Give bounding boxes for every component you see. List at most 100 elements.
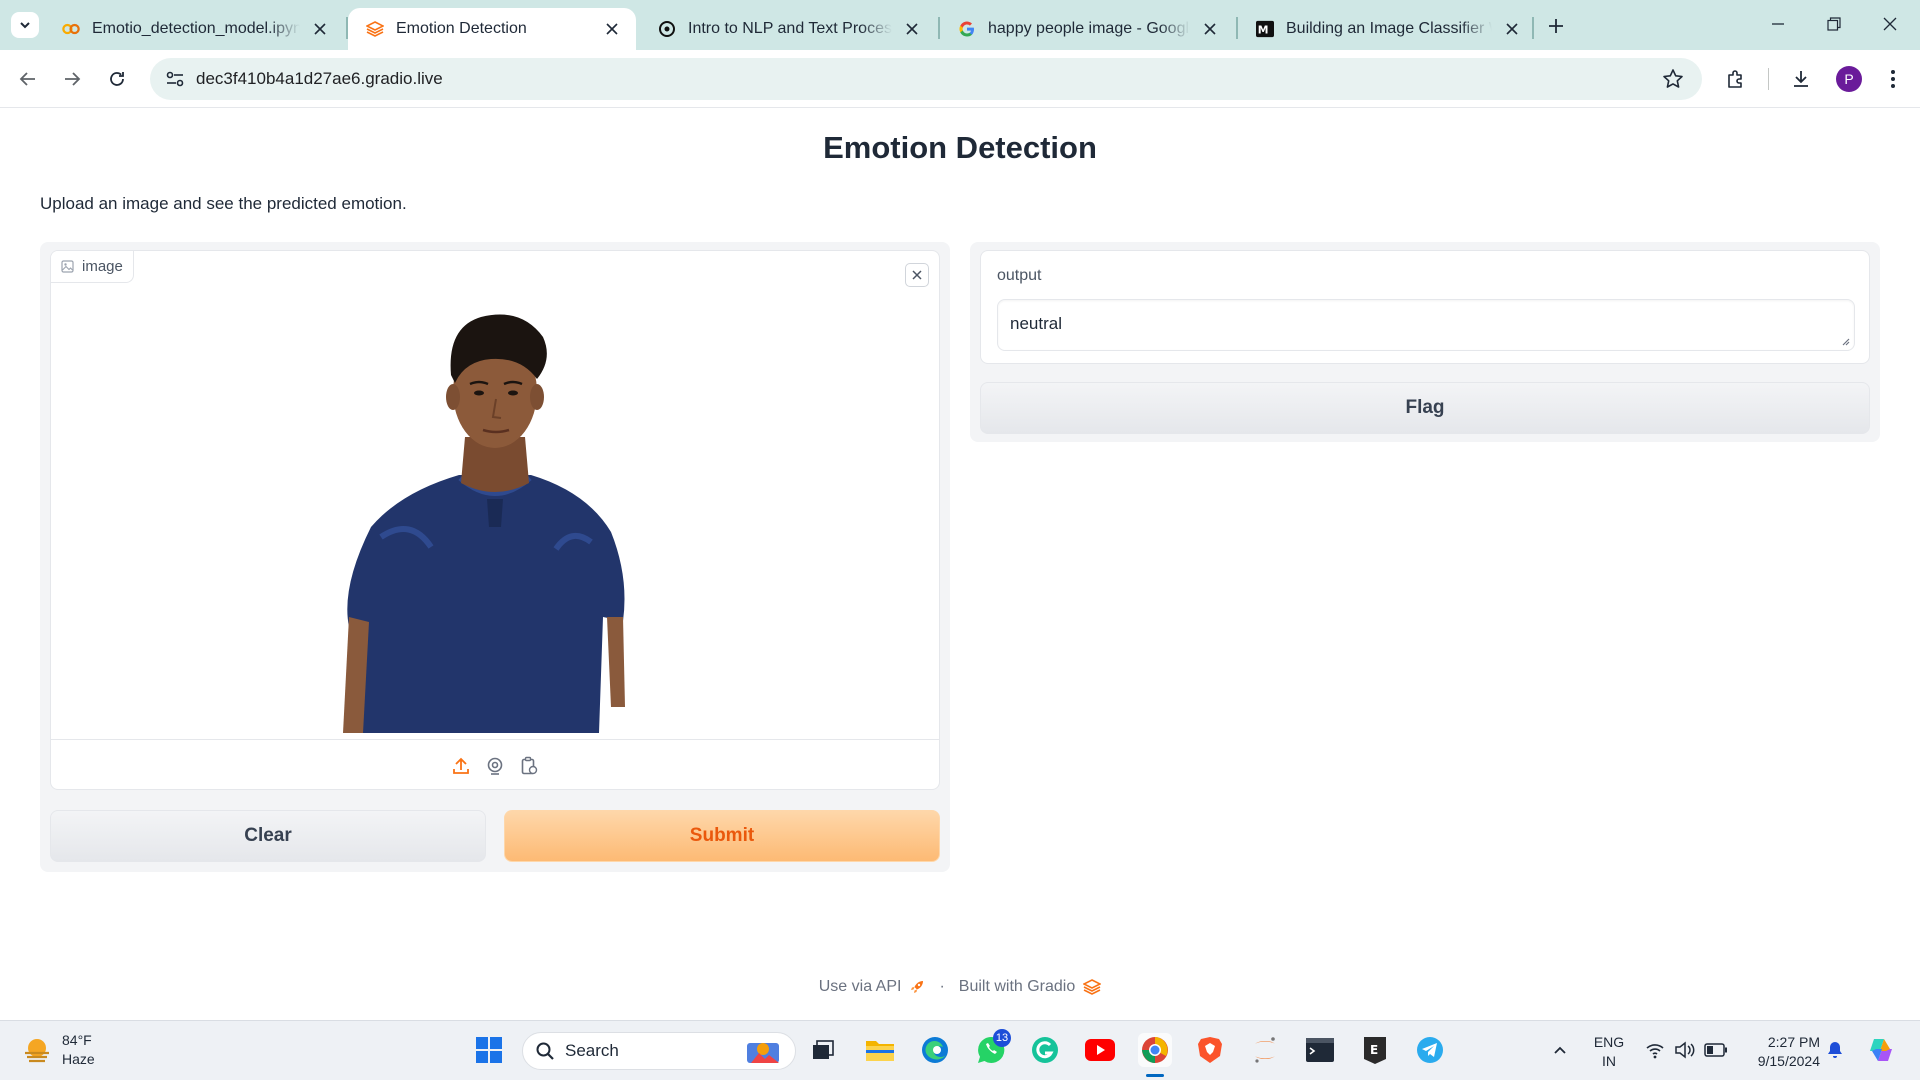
resize-handle-icon[interactable] <box>1840 336 1850 346</box>
telegram-icon <box>1417 1037 1443 1063</box>
telegram-app[interactable] <box>1413 1033 1447 1067</box>
task-view-button[interactable] <box>806 1033 840 1067</box>
task-view-icon <box>813 1040 834 1059</box>
google-icon <box>958 20 976 38</box>
reload-button[interactable] <box>101 63 133 95</box>
battery-status[interactable] <box>1699 1033 1733 1067</box>
edge-icon <box>922 1037 948 1063</box>
weather-description: Haze <box>62 1051 95 1067</box>
new-tab-button[interactable] <box>1542 13 1570 39</box>
webcam-icon[interactable] <box>485 756 505 776</box>
close-window-button[interactable] <box>1862 8 1918 40</box>
wifi-status[interactable] <box>1638 1033 1672 1067</box>
file-explorer-app[interactable] <box>863 1033 897 1067</box>
forward-button[interactable] <box>56 63 88 95</box>
tab-intro-nlp[interactable]: Intro to NLP and Text Processing <box>640 8 936 50</box>
plus-icon <box>1549 19 1563 33</box>
profile-avatar[interactable]: P <box>1836 66 1862 92</box>
page-footer: Use via API · Built with Gradio <box>0 978 1920 996</box>
clock[interactable]: 2:27 PM 9/15/2024 <box>1738 1033 1820 1071</box>
output-label: output <box>997 267 1042 284</box>
tab-title: Intro to NLP and Text Processing <box>688 20 892 37</box>
tab-divider <box>1532 17 1534 39</box>
upload-icon[interactable] <box>451 756 471 776</box>
folder-icon <box>866 1041 894 1061</box>
jupyter-app[interactable] <box>1248 1033 1282 1067</box>
grammarly-app[interactable] <box>1028 1033 1062 1067</box>
tab-emotion-detection[interactable]: Emotion Detection <box>348 8 636 50</box>
use-via-api-link[interactable]: Use via API <box>819 978 902 996</box>
bookmark-star-icon[interactable] <box>1662 68 1684 90</box>
weather-widget[interactable]: 84°F Haze <box>22 1031 95 1069</box>
reload-icon <box>110 72 124 86</box>
input-language-indicator[interactable]: ENG IN <box>1590 1033 1628 1071</box>
output-textbox[interactable]: neutral <box>997 299 1855 351</box>
close-tab-icon[interactable] <box>1200 19 1220 39</box>
svg-text:M: M <box>1258 24 1269 37</box>
downloads-button[interactable] <box>1787 65 1815 93</box>
tab-title: Emotio_detection_model.ipynb <box>92 20 300 37</box>
output-value: neutral <box>1010 314 1062 333</box>
close-tab-icon[interactable] <box>310 19 330 39</box>
clock-date: 9/15/2024 <box>1757 1053 1820 1069</box>
brave-app[interactable] <box>1193 1033 1227 1067</box>
extensions-button[interactable] <box>1722 65 1750 93</box>
built-with-gradio-link[interactable]: Built with Gradio <box>959 978 1076 996</box>
start-button[interactable] <box>472 1033 506 1067</box>
flag-button[interactable]: Flag <box>980 382 1870 434</box>
back-button[interactable] <box>12 63 44 95</box>
youtube-app[interactable] <box>1083 1033 1117 1067</box>
active-app-indicator <box>1146 1074 1164 1077</box>
grammarly-icon <box>1032 1037 1058 1063</box>
terminal-app[interactable] <box>1303 1033 1337 1067</box>
tab-medium-article[interactable]: M Building an Image Classifier Web <box>1238 8 1536 50</box>
image-upload-box[interactable]: image <box>50 250 940 790</box>
search-highlight-icon <box>747 1043 779 1063</box>
close-tab-icon[interactable] <box>602 19 622 39</box>
windows-taskbar: 84°F Haze Search E ENG IN 2:27 PM 9/15/2… <box>0 1020 1920 1080</box>
notifications-button[interactable] <box>1818 1033 1852 1067</box>
chevron-down-icon <box>20 22 30 29</box>
tab-colab-notebook[interactable]: Emotio_detection_model.ipynb <box>44 8 344 50</box>
volume-status[interactable] <box>1668 1033 1702 1067</box>
copilot-button[interactable] <box>1864 1033 1898 1067</box>
puzzle-icon <box>1728 70 1742 88</box>
image-icon <box>61 260 74 273</box>
kebab-menu-icon <box>1891 70 1895 88</box>
taskbar-search[interactable]: Search <box>522 1032 796 1070</box>
footer-separator: · <box>939 978 945 995</box>
browser-tab-bar: Emotio_detection_model.ipynb Emotion Det… <box>0 0 1920 50</box>
chrome-icon <box>1142 1037 1168 1063</box>
bell-icon <box>1828 1042 1842 1058</box>
epic-games-icon: E <box>1364 1037 1386 1064</box>
browser-menu-button[interactable] <box>1879 65 1907 93</box>
restore-button[interactable] <box>1806 8 1862 40</box>
weather-haze-icon <box>25 1039 49 1063</box>
image-label-text: image <box>82 258 123 275</box>
close-tab-icon[interactable] <box>902 19 922 39</box>
remove-image-button[interactable] <box>905 263 929 287</box>
submit-button[interactable]: Submit <box>504 810 940 862</box>
close-tab-icon[interactable] <box>1502 19 1522 39</box>
colab-icon <box>62 20 80 38</box>
site-settings-icon[interactable] <box>162 67 188 91</box>
image-block-label: image <box>51 251 134 283</box>
person-photo <box>343 314 625 733</box>
chevron-up-icon <box>1554 1046 1566 1054</box>
page-description: Upload an image and see the predicted em… <box>40 194 407 213</box>
uploaded-image <box>51 287 939 733</box>
edge-app[interactable] <box>918 1033 952 1067</box>
show-hidden-icons-button[interactable] <box>1543 1033 1577 1067</box>
clear-button[interactable]: Clear <box>50 810 486 862</box>
minimize-button[interactable] <box>1750 8 1806 40</box>
epic-games-app[interactable]: E <box>1358 1033 1392 1067</box>
toolbar-divider <box>1768 68 1769 90</box>
address-bar[interactable]: dec3f410b4a1d27ae6.gradio.live <box>150 58 1702 100</box>
clipboard-icon[interactable] <box>519 756 539 776</box>
svg-text:E: E <box>1370 1043 1378 1057</box>
chrome-app[interactable] <box>1138 1033 1172 1067</box>
medium-icon: M <box>1256 20 1274 38</box>
tab-google-search[interactable]: happy people image - Google Search <box>940 8 1234 50</box>
tab-search-button[interactable] <box>11 12 39 38</box>
chatgpt-icon <box>658 20 676 38</box>
